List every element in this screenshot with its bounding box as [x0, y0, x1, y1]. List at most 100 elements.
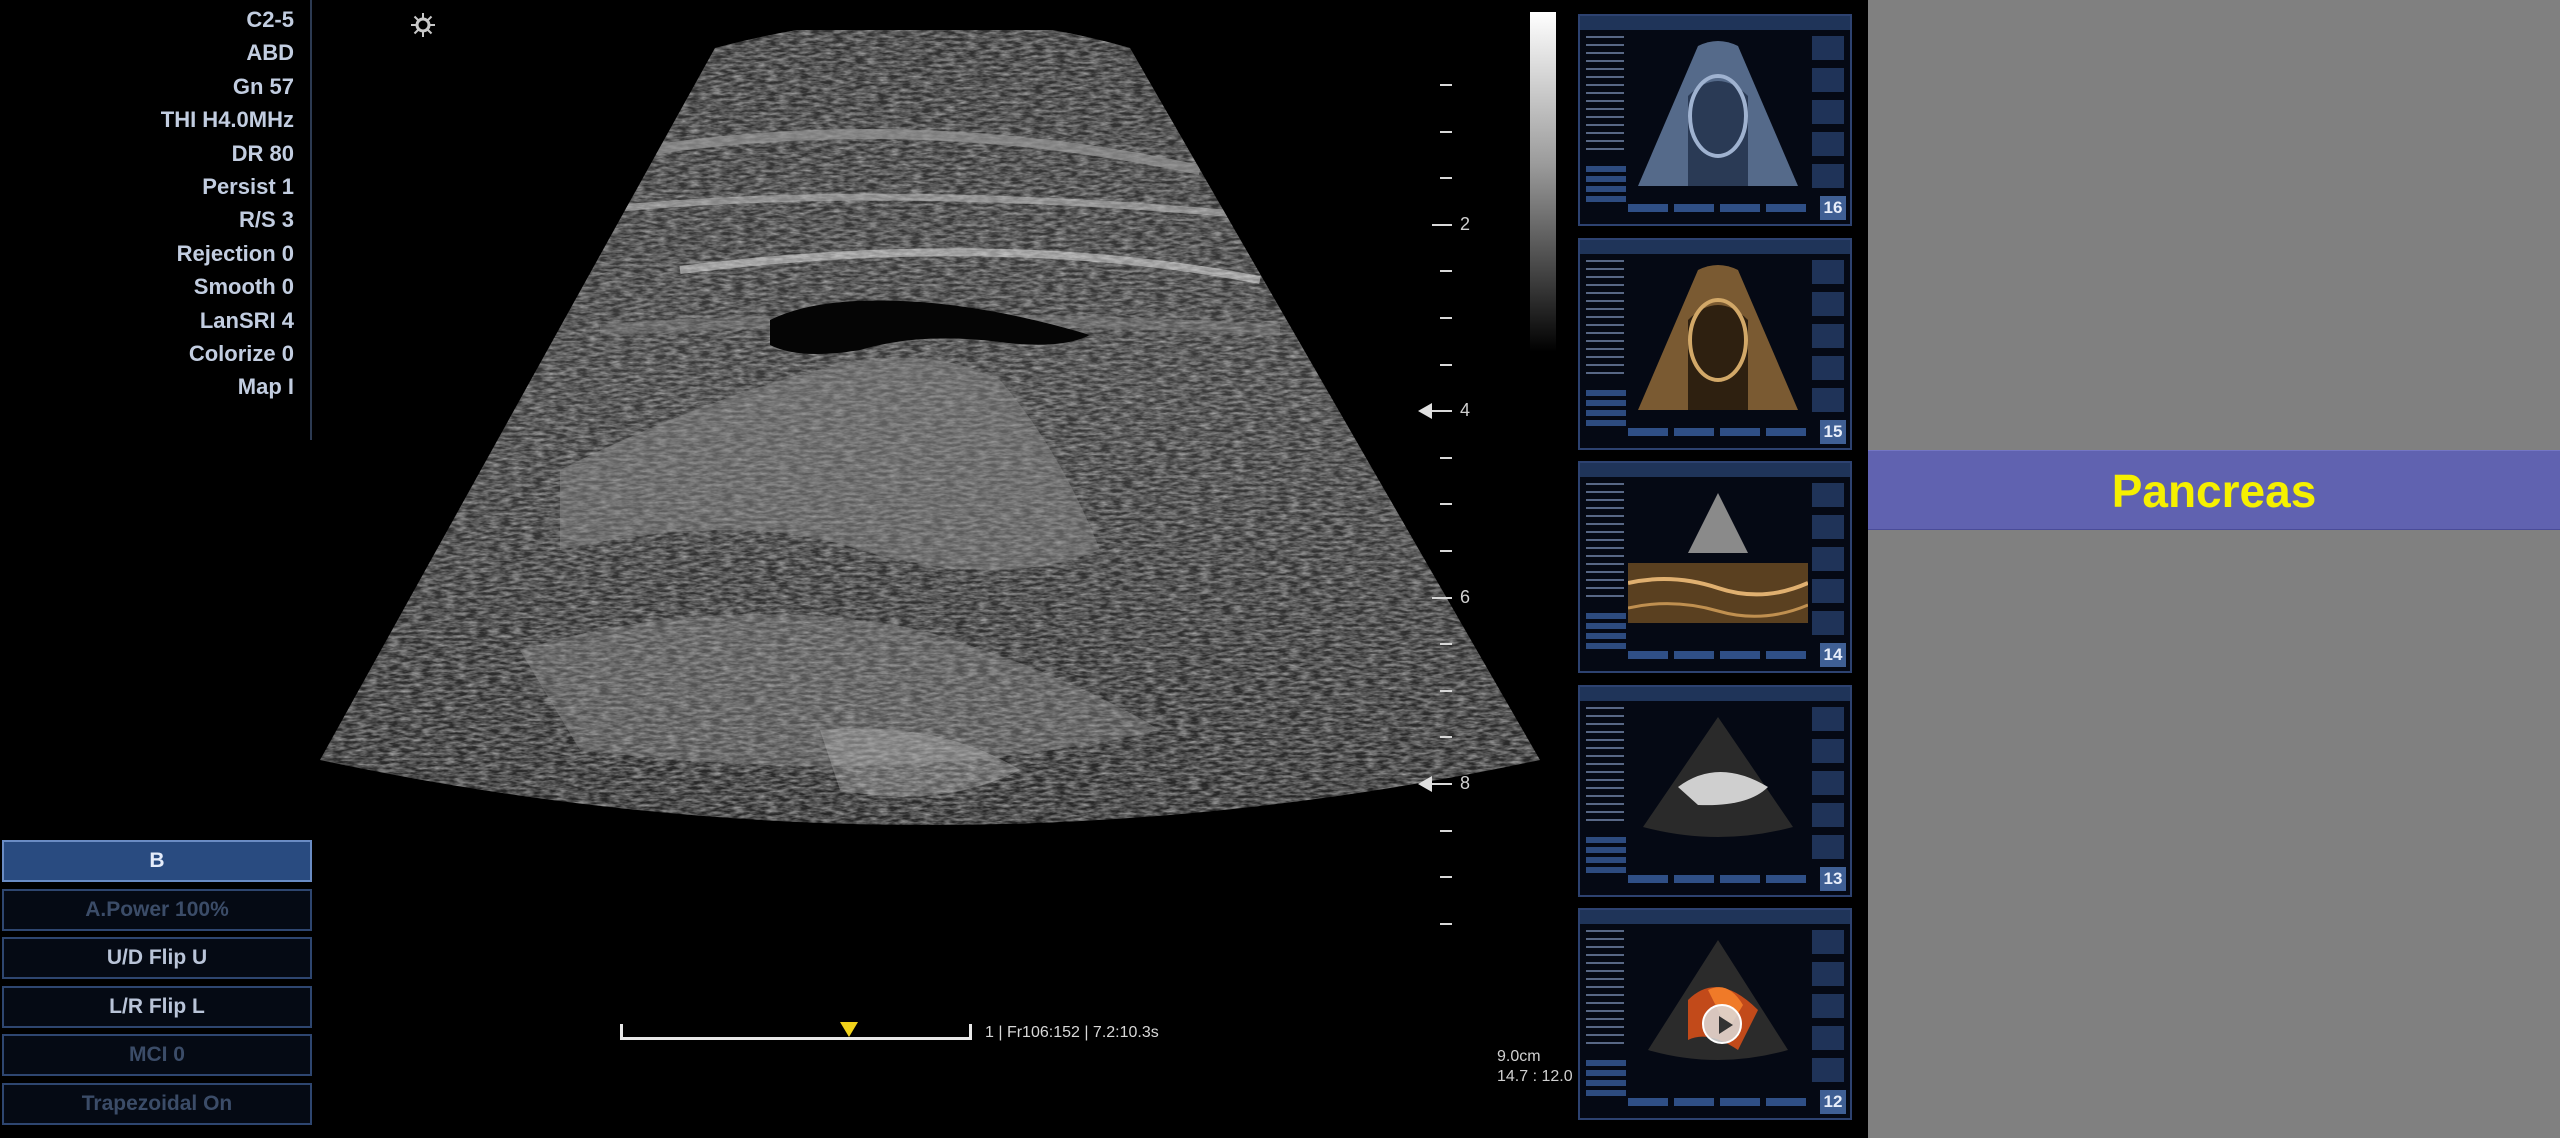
thumbnail-number: 14: [1820, 643, 1846, 668]
thumbnail-hdr: [1580, 686, 1850, 701]
depth-value: 9.0cm: [1497, 1048, 1541, 1065]
cine-start-cap: [620, 1024, 623, 1040]
scan-parameter: R/S 3: [238, 207, 294, 233]
thumbnail-bottom: [1628, 427, 1808, 436]
thumbnail-number: 13: [1820, 866, 1846, 891]
depth-label: 2: [1460, 213, 1471, 234]
depth-ratio: 14.7 : 12.0: [1497, 1068, 1573, 1085]
depth-tick: [1440, 922, 1452, 925]
thumbnail-hdr: [1580, 16, 1850, 30]
depth-tick: [1440, 177, 1452, 180]
depth-tick: [1440, 736, 1452, 739]
thumbnail-left-btns: [1586, 836, 1626, 877]
depth-label: 6: [1460, 586, 1471, 607]
thumbnail-left-btns: [1586, 1060, 1626, 1101]
scan-parameter: THI H4.0MHz: [160, 107, 294, 133]
depth-tick: [1440, 689, 1452, 692]
thumbnail-image: [1638, 264, 1798, 410]
page-title: Pancreas: [2111, 465, 2317, 517]
ultrasound-image[interactable]: [300, 30, 1560, 930]
thumbnail-lines: [1586, 706, 1624, 827]
scan-parameter: Rejection 0: [176, 240, 294, 266]
cine-frame-info: 1 | Fr106:152 | 7.2:10.3s: [985, 1024, 1159, 1041]
thumbnail[interactable]: 13: [1578, 684, 1852, 897]
thumbnail-strip: 16 15 14 13 12: [1578, 14, 1852, 1138]
scan-parameter: Persist 1: [202, 174, 294, 199]
thumbnail-image: [1638, 41, 1798, 186]
depth-tick: [1440, 503, 1452, 506]
thumbnail-bottom: [1628, 204, 1808, 212]
depth-tick: [1440, 317, 1452, 319]
scan-parameters-panel: C2-5 ABD Gn 57 THI H4.0MHz DR 80 Persist 1 R/S…: [0, 0, 312, 440]
scan-parameter: Smooth 0: [193, 274, 294, 300]
thumbnail-hdr: [1580, 910, 1850, 925]
grayscale-bar: [1530, 12, 1556, 352]
thumbnail-right: [1812, 706, 1844, 867]
depth-tick: [1432, 596, 1452, 599]
thumbnail-bottom: [1628, 874, 1808, 883]
depth-label: 8: [1460, 773, 1471, 793]
thumbnail-hdr: [1580, 239, 1850, 254]
thumbnail-right: [1812, 930, 1844, 1091]
focus-marker-icon[interactable]: [1418, 403, 1432, 420]
thumbnail-lines: [1586, 259, 1624, 380]
thumbnail-lines: [1586, 483, 1624, 604]
thumbnail[interactable]: 14: [1578, 461, 1852, 674]
depth-tick: [1440, 130, 1452, 133]
thumbnail[interactable]: 15: [1578, 237, 1852, 450]
thumbnail-bottom: [1628, 1098, 1808, 1107]
depth-tick: [1432, 410, 1452, 413]
focus-marker-icon[interactable]: [1418, 776, 1432, 792]
thumbnail-image: [1628, 493, 1808, 624]
cine-marker-icon[interactable]: [839, 1022, 858, 1037]
thumbnail-right: [1812, 36, 1844, 196]
thumbnail-number: 12: [1820, 1090, 1846, 1115]
menu-button[interactable]: A.Power 100%: [2, 888, 312, 931]
depth-tick: [1440, 829, 1452, 832]
thumbnail-number: 16: [1820, 196, 1846, 220]
scan-parameter: Gn 57: [232, 73, 294, 99]
scan-parameter: ABD: [246, 40, 294, 66]
thumbnail-hdr: [1580, 463, 1850, 478]
scan-parameter: LanSRI 4: [199, 307, 294, 333]
depth-tick: [1440, 456, 1452, 459]
thumbnail-bottom: [1628, 651, 1808, 660]
title-banner: Pancreas: [1868, 450, 2560, 530]
thumbnail[interactable]: 16: [1578, 14, 1852, 226]
thumbnail-left-btns: [1586, 389, 1626, 430]
depth-tick: [1432, 783, 1452, 785]
menu-button[interactable]: U/D Flip U: [2, 937, 312, 979]
menu-button[interactable]: MCI 0: [2, 1034, 312, 1076]
depth-tick: [1440, 84, 1452, 86]
cine-end-cap: [969, 1024, 972, 1040]
scan-parameter: Map I: [237, 374, 294, 400]
scan-parameter: C2-5: [246, 7, 294, 32]
thumbnail-right: [1812, 259, 1844, 420]
depth-ruler: 2 4 6 8: [1418, 60, 1520, 940]
menu-button[interactable]: Trapezoidal On: [2, 1082, 312, 1125]
depth-label: 4: [1460, 400, 1471, 421]
menu-button[interactable]: B: [2, 840, 312, 882]
thumbnail-lines: [1586, 36, 1624, 156]
thumbnail-image: [1643, 716, 1793, 837]
scan-parameter: DR 80: [231, 140, 294, 166]
mode-menu: B A.Power 100% U/D Flip U L/R Flip L MCI 0 Tr…: [0, 838, 314, 1138]
thumbnail-left-btns: [1586, 166, 1626, 206]
depth-readout: 9.0cm 14.7 : 12.0: [1497, 1047, 1577, 1087]
cine-track: [620, 1037, 972, 1040]
depth-tick: [1432, 223, 1452, 226]
cine-bar[interactable]: [620, 1022, 972, 1040]
depth-tick: [1440, 643, 1452, 646]
depth-tick: [1440, 270, 1452, 273]
scan-parameter: Colorize 0: [188, 341, 294, 366]
thumbnail[interactable]: 12: [1578, 908, 1852, 1121]
thumbnail-lines: [1586, 930, 1624, 1051]
right-panel: Pancreas: [1868, 0, 2560, 1138]
thumbnail-right: [1812, 483, 1844, 644]
depth-tick: [1440, 876, 1452, 879]
depth-tick: [1440, 363, 1452, 366]
thumbnail-left-btns: [1586, 613, 1626, 654]
thumbnail-number: 15: [1820, 419, 1846, 444]
menu-button[interactable]: L/R Flip L: [2, 985, 312, 1028]
depth-tick: [1440, 550, 1452, 552]
